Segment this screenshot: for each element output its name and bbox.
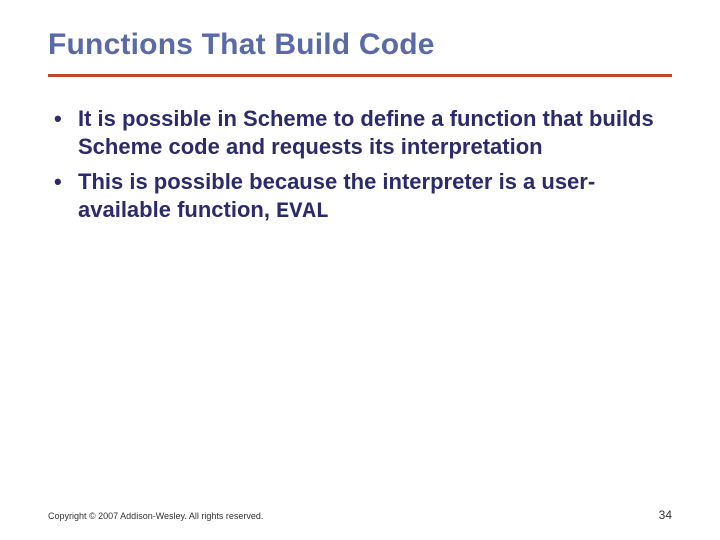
page-number: 34 [659, 508, 672, 522]
bullet-item: This is possible because the interpreter… [48, 168, 672, 225]
bullet-code: EVAL [276, 199, 329, 224]
bullet-text: It is possible in Scheme to define a fun… [78, 106, 654, 159]
bullet-text: This is possible because the interpreter… [78, 169, 595, 222]
slide-title: Functions That Build Code [48, 28, 672, 62]
bullet-list: It is possible in Scheme to define a fun… [48, 105, 672, 225]
footer: Copyright © 2007 Addison-Wesley. All rig… [48, 508, 672, 522]
slide-body: It is possible in Scheme to define a fun… [48, 105, 672, 225]
title-rule [48, 74, 672, 77]
slide: Functions That Build Code It is possible… [0, 0, 720, 540]
bullet-item: It is possible in Scheme to define a fun… [48, 105, 672, 162]
copyright-text: Copyright © 2007 Addison-Wesley. All rig… [48, 511, 263, 521]
